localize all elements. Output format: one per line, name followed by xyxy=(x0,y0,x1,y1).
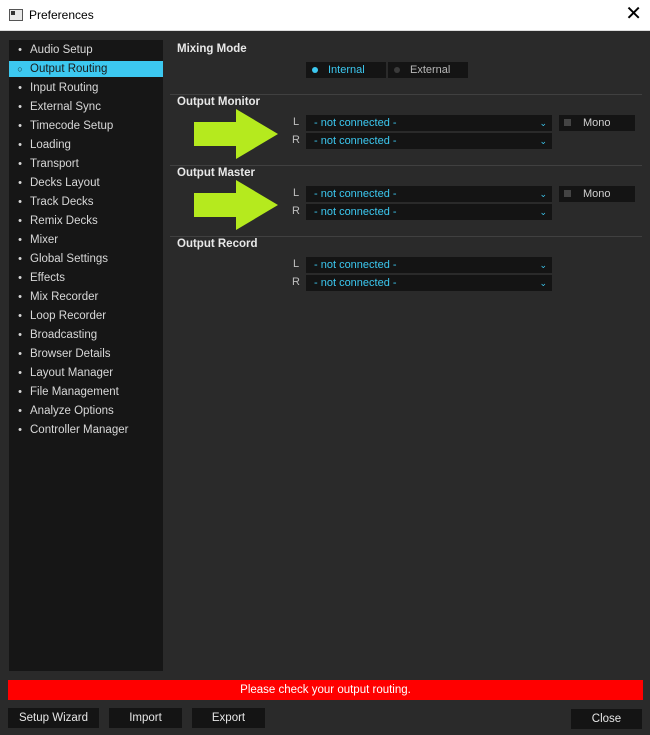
window-close-icon[interactable]: ✕ xyxy=(625,3,642,23)
close-button[interactable]: Close xyxy=(571,709,642,729)
export-button[interactable]: Export xyxy=(192,708,265,728)
sidebar-item-global-settings[interactable]: • Global Settings xyxy=(9,251,163,267)
import-button[interactable]: Import xyxy=(109,708,182,728)
sidebar-item-loading[interactable]: • Loading xyxy=(9,137,163,153)
sidebar-item-loop-recorder[interactable]: • Loop Recorder xyxy=(9,308,163,324)
record-left-label: L xyxy=(292,258,300,270)
output-record-title: Output Record xyxy=(177,238,258,250)
settings-panel: Mixing Mode Internal External Output Mon… xyxy=(170,40,642,671)
window-title: Preferences xyxy=(29,8,94,22)
sidebar-item-mix-recorder[interactable]: • Mix Recorder xyxy=(9,289,163,305)
radio-dot-icon xyxy=(394,67,400,73)
mixing-mode-external-option[interactable]: External xyxy=(388,62,468,78)
monitor-right-label: R xyxy=(292,134,300,146)
sidebar-item-layout-manager[interactable]: • Layout Manager xyxy=(9,365,163,381)
sidebar-item-mixer[interactable]: • Mixer xyxy=(9,232,163,248)
checkbox-icon xyxy=(564,190,571,197)
sidebar-item-analyze-options[interactable]: • Analyze Options xyxy=(9,403,163,419)
sidebar-item-browser-details[interactable]: • Browser Details xyxy=(9,346,163,362)
sidebar-item-file-management[interactable]: • File Management xyxy=(9,384,163,400)
radio-dot-icon xyxy=(312,67,318,73)
sidebar-item-broadcasting[interactable]: • Broadcasting xyxy=(9,327,163,343)
sidebar-item-external-sync[interactable]: • External Sync xyxy=(9,99,163,115)
chevron-down-icon: ⌄ xyxy=(539,118,547,128)
title-bar: Preferences ✕ xyxy=(0,0,650,31)
chevron-down-icon: ⌄ xyxy=(539,189,547,199)
mixing-mode-title: Mixing Mode xyxy=(177,43,247,55)
monitor-left-dropdown[interactable]: - not connected - ⌄ xyxy=(306,115,552,131)
chevron-down-icon: ⌄ xyxy=(539,136,547,146)
monitor-mono-checkbox[interactable]: Mono xyxy=(559,115,635,131)
output-monitor-title: Output Monitor xyxy=(177,96,261,108)
section-divider xyxy=(170,165,642,166)
sidebar-item-remix-decks[interactable]: • Remix Decks xyxy=(9,213,163,229)
green-arrow-icon xyxy=(194,109,278,159)
sidebar-item-transport[interactable]: • Transport xyxy=(9,156,163,172)
section-divider xyxy=(170,94,642,95)
output-master-title: Output Master xyxy=(177,167,255,179)
record-left-dropdown[interactable]: - not connected - ⌄ xyxy=(306,257,552,273)
chevron-down-icon: ⌄ xyxy=(539,207,547,217)
master-left-dropdown[interactable]: - not connected - ⌄ xyxy=(306,186,552,202)
mixing-mode-toggle: Internal External xyxy=(306,62,468,78)
section-divider xyxy=(170,236,642,237)
preferences-sidebar: • Audio Setup ○ Output Routing • Input Rout… xyxy=(9,40,163,671)
master-mono-checkbox[interactable]: Mono xyxy=(559,186,635,202)
chevron-down-icon: ⌄ xyxy=(539,260,547,270)
green-arrow-icon xyxy=(194,180,278,230)
sidebar-item-timecode-setup[interactable]: • Timecode Setup xyxy=(9,118,163,134)
record-right-dropdown[interactable]: - not connected - ⌄ xyxy=(306,275,552,291)
setup-wizard-button[interactable]: Setup Wizard xyxy=(8,708,99,728)
chevron-down-icon: ⌄ xyxy=(539,278,547,288)
master-right-dropdown[interactable]: - not connected - ⌄ xyxy=(306,204,552,220)
record-right-label: R xyxy=(292,276,300,288)
sidebar-item-controller-manager[interactable]: • Controller Manager xyxy=(9,422,163,438)
sidebar-item-track-decks[interactable]: • Track Decks xyxy=(9,194,163,210)
sidebar-item-audio-setup[interactable]: • Audio Setup xyxy=(9,42,163,58)
sidebar-item-decks-layout[interactable]: • Decks Layout xyxy=(9,175,163,191)
mixing-mode-internal-option[interactable]: Internal xyxy=(306,62,386,78)
sidebar-item-input-routing[interactable]: • Input Routing xyxy=(9,80,163,96)
master-right-label: R xyxy=(292,205,300,217)
sidebar-item-effects[interactable]: • Effects xyxy=(9,270,163,286)
monitor-right-dropdown[interactable]: - not connected - ⌄ xyxy=(306,133,552,149)
sidebar-item-output-routing[interactable]: ○ Output Routing xyxy=(9,61,163,77)
checkbox-icon xyxy=(564,119,571,126)
monitor-left-label: L xyxy=(292,116,300,128)
app-icon xyxy=(9,9,23,21)
master-left-label: L xyxy=(292,187,300,199)
routing-warning-banner: Please check your output routing. xyxy=(8,680,643,700)
